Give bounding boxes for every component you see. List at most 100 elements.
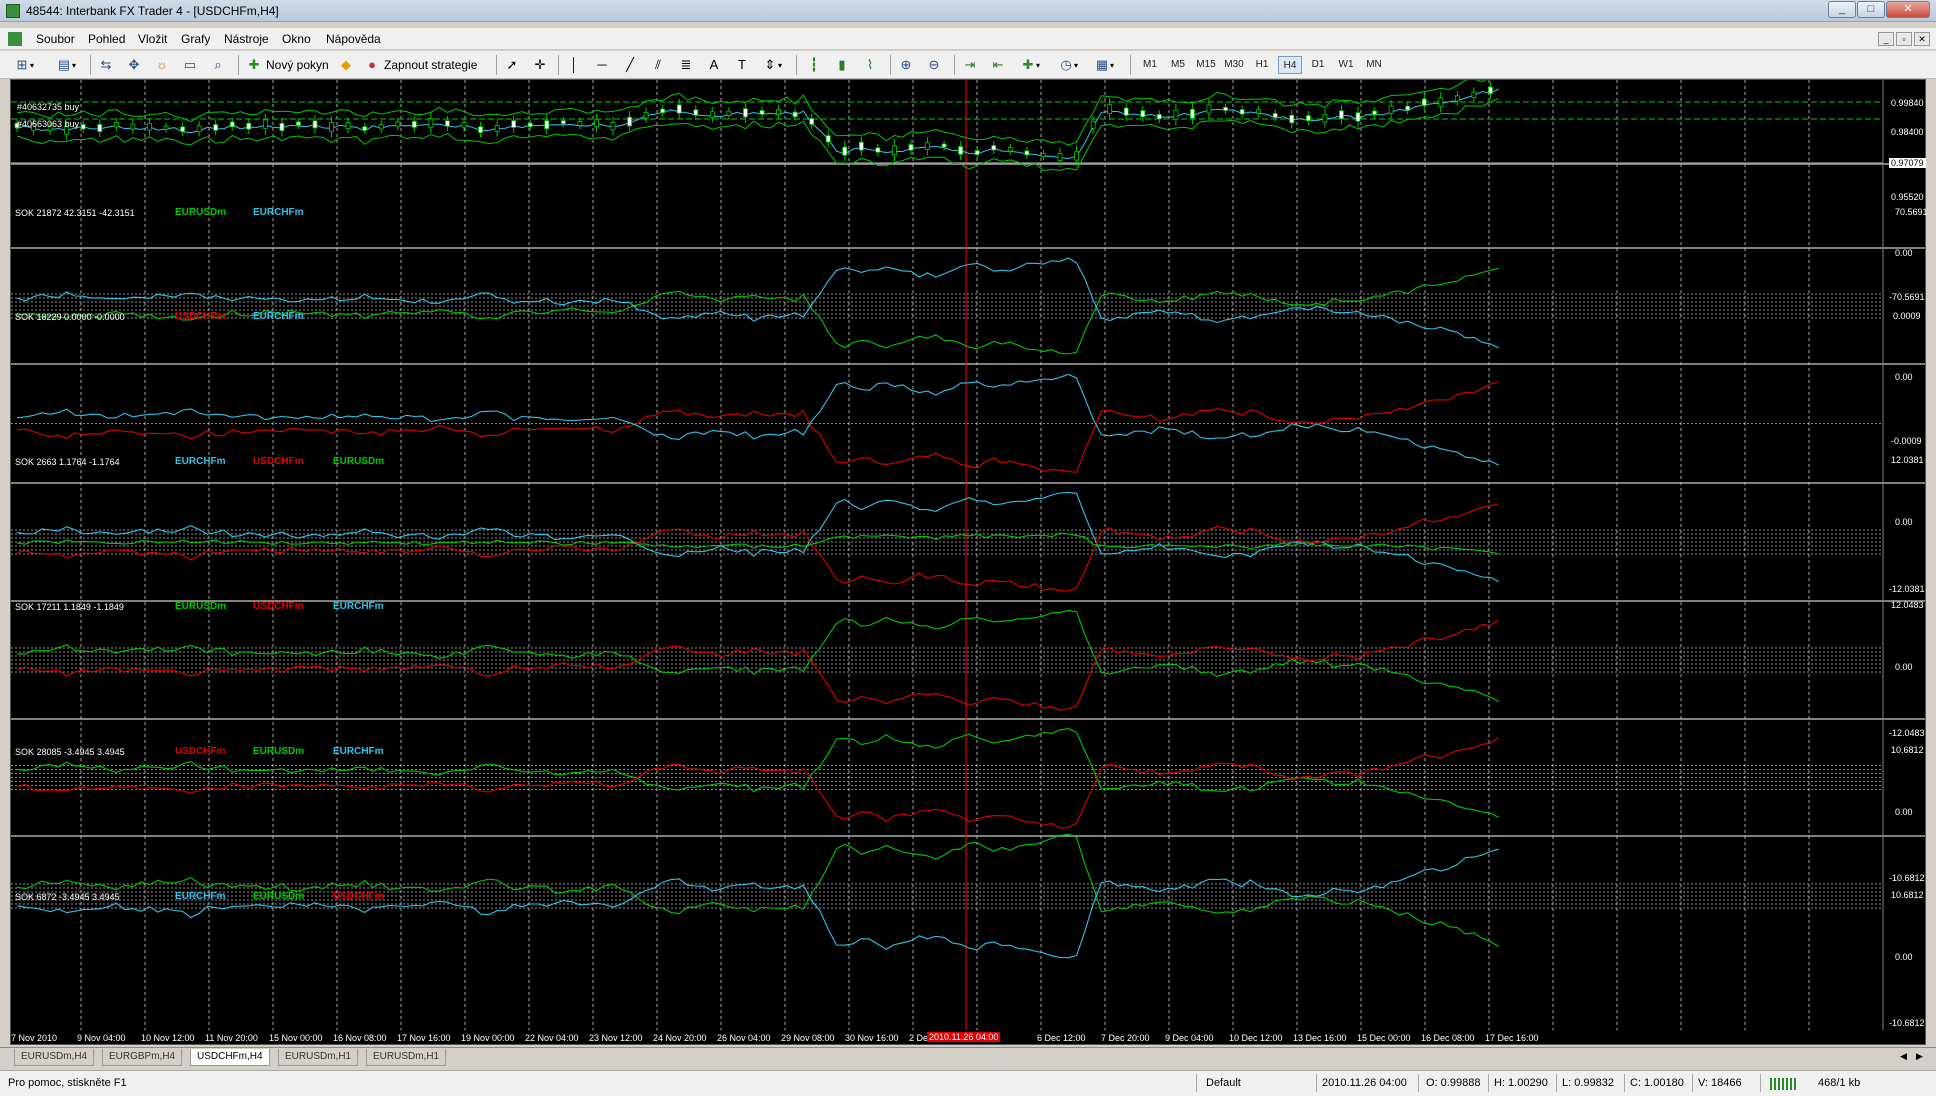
- fibo-tool[interactable]: ≣: [678, 55, 694, 75]
- pair-label: EURUSDm: [175, 601, 227, 612]
- tab-scroll-right[interactable]: ▶: [1916, 1051, 1923, 1062]
- channel-tool[interactable]: ⫽: [650, 55, 666, 75]
- cursor-tool[interactable]: ➚: [504, 55, 520, 75]
- mdi-restore-button[interactable]: ▫: [1896, 32, 1912, 46]
- tab-eurusdm-h4[interactable]: EURUSDm,H4: [14, 1049, 95, 1066]
- candle-body: [1488, 86, 1493, 95]
- menu-napoveda[interactable]: Nápověda: [326, 32, 381, 46]
- arrows-tool[interactable]: ⇕ ▾: [762, 55, 782, 75]
- chart-shift-icon: ⇤: [992, 57, 1004, 72]
- chart-shift-button[interactable]: ⇤: [990, 55, 1006, 75]
- zoom-in-button[interactable]: ⊕: [898, 55, 914, 75]
- time-axis-label: 11 Nov 20:00: [205, 1033, 258, 1043]
- terminal-button[interactable]: ☼: [154, 55, 170, 75]
- candle-body: [1322, 113, 1328, 123]
- timeframe-h4[interactable]: H4: [1278, 56, 1302, 74]
- status-open: O: 0.99888: [1426, 1077, 1481, 1089]
- menu-soubor[interactable]: Soubor: [36, 32, 75, 46]
- arrows-icon: ⇕: [764, 57, 776, 72]
- tab-eurgbpm-h4[interactable]: EURGBPm,H4: [102, 1049, 183, 1066]
- tab-usdchfm-h4[interactable]: USDCHFm,H4: [190, 1049, 270, 1066]
- tester-button[interactable]: ▭: [182, 55, 198, 75]
- vline-tool[interactable]: │: [566, 55, 582, 75]
- status-profile: Default: [1206, 1077, 1241, 1089]
- profiles-button[interactable]: ▤ ▾: [56, 55, 76, 75]
- candle-body: [97, 124, 103, 132]
- candle-body: [643, 112, 649, 119]
- timeframe-mn[interactable]: MN: [1362, 56, 1386, 74]
- navigator-button[interactable]: ✥: [126, 55, 142, 75]
- pane-axis-label: -0.0009: [1891, 436, 1922, 446]
- candle-body: [991, 145, 997, 151]
- new-order-button[interactable]: ✚ Nový pokyn: [246, 55, 329, 75]
- close-button[interactable]: ✕: [1886, 1, 1930, 18]
- menu-nastroje[interactable]: Nástroje: [224, 32, 269, 46]
- menu-bar: Soubor Pohled Vložit Grafy Nástroje Okno…: [0, 28, 1936, 50]
- candle-body: [958, 146, 964, 155]
- time-axis-label: 30 Nov 16:00: [845, 1033, 899, 1043]
- chart-area[interactable]: #40632735 buy #40663063 buy 0.99840 0.98…: [10, 79, 1928, 1045]
- candle-body: [858, 141, 864, 151]
- timeframe-w1[interactable]: W1: [1334, 56, 1358, 74]
- new-order-label: Nový pokyn: [266, 58, 329, 72]
- candle-body: [411, 120, 417, 128]
- mdi-minimize-button[interactable]: _: [1878, 32, 1894, 46]
- text-tool[interactable]: A: [706, 55, 722, 75]
- new-chart-button[interactable]: ⊞ ▾: [14, 55, 34, 75]
- pane-axis-label: 10.6812: [1891, 890, 1924, 900]
- new-order-icon: ✚: [248, 57, 260, 72]
- zoom-out-button[interactable]: ⊖: [926, 55, 942, 75]
- candle-body: [627, 116, 632, 127]
- indicator-line: [16, 491, 1499, 582]
- autoscroll-button[interactable]: ⇥: [962, 55, 978, 75]
- navigator-icon: ✥: [128, 57, 140, 72]
- history-button[interactable]: ⌕: [210, 55, 226, 75]
- menu-grafy[interactable]: Grafy: [181, 32, 210, 46]
- indicator-header: SOK 21872 42.3151 -42.3151: [15, 208, 135, 218]
- hline-icon: ─: [597, 57, 607, 72]
- periods-button[interactable]: ◷ ▾: [1058, 55, 1078, 75]
- trendline-tool[interactable]: ╱: [622, 55, 638, 75]
- strategy-toggle-button[interactable]: ● Zapnout strategie: [364, 55, 477, 75]
- time-axis-label: 24 Nov 20:00: [653, 1033, 707, 1043]
- tab-eurusdm-h1[interactable]: EURUSDm,H1: [278, 1049, 359, 1066]
- terminal-icon: ☼: [156, 57, 168, 72]
- timeframe-m15[interactable]: M15: [1194, 56, 1218, 74]
- pair-label: USDCHFm: [253, 601, 304, 612]
- hline-tool[interactable]: ─: [594, 55, 610, 75]
- menu-vlozit[interactable]: Vložit: [138, 32, 167, 46]
- time-axis-label: 29 Nov 08:00: [781, 1033, 835, 1043]
- candle-body: [329, 122, 334, 132]
- maximize-button[interactable]: □: [1857, 1, 1885, 18]
- line-chart-icon: ⌇: [866, 57, 874, 72]
- timeframe-h1[interactable]: H1: [1250, 56, 1274, 74]
- line-chart-button[interactable]: ⌇: [862, 55, 878, 75]
- candle-body: [726, 110, 732, 117]
- bar-chart-button[interactable]: ┇: [806, 55, 822, 75]
- candle-chart-button[interactable]: ▮: [834, 55, 850, 75]
- tab-scroll-left[interactable]: ◀: [1900, 1051, 1907, 1062]
- timeframe-d1[interactable]: D1: [1306, 56, 1330, 74]
- minimize-button[interactable]: _: [1828, 1, 1856, 18]
- tab-eurusdm-h1-2[interactable]: EURUSDm,H1: [366, 1049, 447, 1066]
- market-watch-button[interactable]: ⇆: [98, 55, 114, 75]
- time-axis-label: 17 Nov 16:00: [397, 1033, 451, 1043]
- templates-button[interactable]: ▦ ▾: [1094, 55, 1114, 75]
- candle-body: [825, 135, 831, 143]
- indicators-button[interactable]: ✚ ▾: [1020, 55, 1040, 75]
- menu-pohled[interactable]: Pohled: [88, 32, 125, 46]
- pane-axis-label: 0.00: [1895, 248, 1913, 258]
- menu-okno[interactable]: Okno: [282, 32, 311, 46]
- crosshair-tool[interactable]: ✛: [532, 55, 548, 75]
- pair-label: USDCHFm: [175, 746, 226, 757]
- chart-window-icon[interactable]: [8, 32, 22, 46]
- app-icon: [6, 4, 20, 18]
- time-axis-label: 15 Nov 00:00: [269, 1033, 323, 1043]
- mdi-close-button[interactable]: ✕: [1914, 32, 1930, 46]
- timeframe-m30[interactable]: M30: [1222, 56, 1246, 74]
- candle-body: [1206, 104, 1212, 114]
- label-tool[interactable]: T: [734, 55, 750, 75]
- timeframe-m1[interactable]: M1: [1138, 56, 1162, 74]
- expert-toggle[interactable]: ◆: [338, 55, 354, 75]
- timeframe-m5[interactable]: M5: [1166, 56, 1190, 74]
